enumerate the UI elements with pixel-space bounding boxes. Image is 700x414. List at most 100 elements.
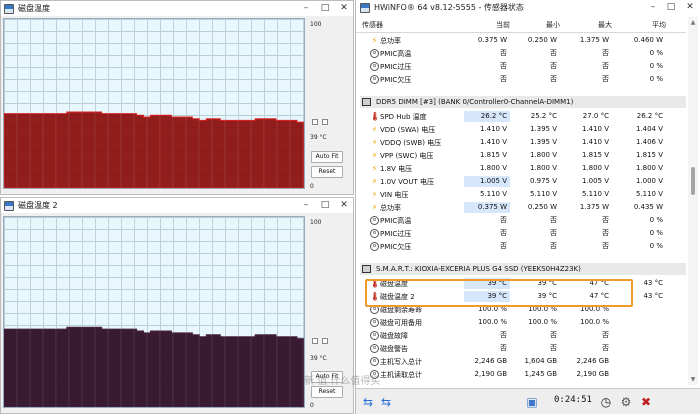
settings-icon[interactable]: ⚙ bbox=[618, 394, 634, 410]
sensor-row[interactable]: o PMIC高温 否 否 否 0 % bbox=[356, 214, 686, 227]
sensor-label: 磁盘警告 bbox=[380, 345, 408, 353]
minimize-icon[interactable]: – bbox=[297, 1, 315, 16]
sensor-current-value: 否 bbox=[500, 49, 507, 57]
sensor-current-value: 0.375 W bbox=[464, 202, 510, 213]
maximize-icon[interactable]: □ bbox=[316, 1, 334, 16]
graph-window-disk-temp-2: 磁盘温度 2 – □ ✕ 100 0 39 °C Auto Fit Reset bbox=[0, 197, 354, 414]
sensor-row[interactable]: o 磁盘剩余寿命 100.0 % 100.0 % 100.0 % bbox=[356, 303, 686, 316]
close-icon[interactable]: ✕ bbox=[335, 1, 353, 16]
watermark: 新 值 什么值得买 bbox=[304, 376, 381, 387]
scroll-down-icon[interactable]: ▼ bbox=[689, 376, 697, 383]
sensor-row[interactable]: o 主机写入总计 2,246 GB 1,604 GB 2,246 GB bbox=[356, 355, 686, 368]
arrow-left-right-icon[interactable]: ⇆ bbox=[378, 394, 394, 410]
app-icon bbox=[4, 200, 14, 211]
sensor-min-value: 1.395 V bbox=[529, 138, 557, 146]
sensor-group-header[interactable]: S.M.A.R.T.: KIOXIA-EXCERIA PLUS G4 SSD (… bbox=[356, 260, 686, 277]
sensor-row[interactable]: ⚡ VIN 电压 5.110 V 5.110 V 5.110 V 5.110 V bbox=[356, 188, 686, 201]
sensor-current-value: 否 bbox=[500, 229, 507, 237]
sensor-current-value: 2,246 GB bbox=[474, 357, 508, 365]
sensor-row[interactable]: 🌡 磁盘温度 39 °C 39 °C 47 °C 43 °C bbox=[356, 277, 686, 290]
sensor-max-value: 否 bbox=[602, 242, 609, 250]
sensor-current-value: 1.410 V bbox=[479, 138, 507, 146]
column-header-sensor[interactable]: 传感器 bbox=[362, 20, 383, 30]
column-header-min[interactable]: 最小 bbox=[512, 20, 560, 30]
circle-status-icon: o bbox=[370, 229, 379, 238]
sensor-max-value: 否 bbox=[602, 216, 609, 224]
sensor-min-value: 否 bbox=[550, 242, 557, 250]
maximize-icon[interactable]: □ bbox=[316, 198, 334, 213]
sensor-row[interactable]: ⚡ VDDQ (SWB) 电压 1.410 V 1.395 V 1.410 V 1.406… bbox=[356, 136, 686, 149]
sensor-row[interactable]: o PMIC欠压 否 否 否 0 % bbox=[356, 240, 686, 253]
sensor-list: ⚡ 总功率 0.375 W 0.250 W 1.375 W 0.460 Wo PMIC高温否… bbox=[356, 34, 686, 381]
minimize-icon[interactable]: – bbox=[644, 0, 662, 15]
sensor-max-value: 1.815 V bbox=[581, 151, 609, 159]
graph-option-checkbox[interactable] bbox=[322, 119, 328, 125]
hwinfo-window-title: HWiNFO® 64 v8.12-5555 - 传感器状态 bbox=[374, 3, 524, 12]
sensor-row[interactable]: o PMIC欠压 否 否 否 0 % bbox=[356, 73, 686, 86]
sensor-group-name: S.M.A.R.T.: KIOXIA-EXCERIA PLUS G4 SSD (… bbox=[376, 265, 581, 273]
sensor-row[interactable]: ⚡ 总功率 0.375 W 0.250 W 1.375 W 0.435 W bbox=[356, 201, 686, 214]
sensor-min-value: 1,245 GB bbox=[524, 370, 558, 378]
sensor-label: VDDQ (SWB) 电压 bbox=[380, 139, 442, 147]
circle-status-icon: o bbox=[370, 49, 379, 58]
close-icon[interactable]: ✕ bbox=[681, 0, 699, 15]
sensor-row[interactable]: 🌡 SPD Hub 温度 26.2 °C 25.2 °C 27.0 °C 26.2 °C bbox=[356, 110, 686, 123]
auto-fit-button[interactable]: Auto Fit bbox=[311, 151, 343, 163]
sensor-row[interactable]: o 磁盘可用备用 100.0 % 100.0 % 100.0 % bbox=[356, 316, 686, 329]
sensor-row[interactable]: ⚡ VDD (SWA) 电压 1.410 V 1.395 V 1.410 V 1.404 … bbox=[356, 123, 686, 136]
column-header-current[interactable]: 当前 bbox=[464, 20, 510, 30]
scroll-up-icon[interactable]: ▲ bbox=[689, 19, 697, 26]
thermometer-icon: 🌡 bbox=[370, 292, 381, 301]
sensor-max-value: 否 bbox=[602, 331, 609, 339]
scrollbar-thumb[interactable] bbox=[691, 167, 695, 195]
minimize-icon[interactable]: – bbox=[297, 198, 315, 213]
sensor-row[interactable]: 🌡 磁盘温度 2 39 °C 39 °C 47 °C 43 °C bbox=[356, 290, 686, 303]
network-icon[interactable]: ▣ bbox=[524, 394, 540, 410]
sensor-row[interactable]: o 主机读取总计 2,190 GB 1,245 GB 2,190 GB bbox=[356, 368, 686, 381]
sensor-row[interactable]: ⚡ 总功率 0.375 W 0.250 W 1.375 W 0.460 W bbox=[356, 34, 686, 47]
close-sensors-icon[interactable]: ✖ bbox=[638, 394, 654, 410]
sensor-row[interactable]: o PMIC过压 否 否 否 0 % bbox=[356, 60, 686, 73]
vertical-scrollbar[interactable]: ▲ ▼ bbox=[688, 17, 698, 385]
sensor-group-header[interactable]: DDR5 DIMM [#3] (BANK 0/Controller0-Chann… bbox=[356, 93, 686, 110]
clock-icon[interactable]: ◷ bbox=[598, 394, 614, 410]
column-header-max[interactable]: 最大 bbox=[562, 20, 612, 30]
close-icon[interactable]: ✕ bbox=[335, 198, 353, 213]
sensor-current-value: 1.410 V bbox=[479, 125, 507, 133]
graph-option-checkbox[interactable] bbox=[322, 338, 328, 344]
graph-option-checkbox[interactable] bbox=[312, 119, 318, 125]
sensor-current-value: 39 °C bbox=[464, 278, 510, 289]
sensor-row[interactable]: ⚡ 1.8V 电压 1.800 V 1.800 V 1.800 V 1.800 V bbox=[356, 162, 686, 175]
sensor-row[interactable]: o 磁盘故障 否 否 否 bbox=[356, 329, 686, 342]
sensor-label: 总功率 bbox=[380, 37, 401, 45]
graph-window-title: 磁盘温度 2 bbox=[18, 201, 58, 210]
arrow-left-right-icon[interactable]: ⇆ bbox=[360, 394, 376, 410]
sensor-max-value: 1.410 V bbox=[581, 138, 609, 146]
sensor-min-value: 1,604 GB bbox=[524, 357, 558, 365]
circle-status-icon: o bbox=[370, 331, 379, 340]
sensor-row[interactable]: o PMIC高温 否 否 否 0 % bbox=[356, 47, 686, 60]
sensor-avg-value: 1.000 V bbox=[635, 177, 663, 185]
sensor-avg-value bbox=[614, 330, 666, 341]
temperature-graph bbox=[4, 19, 304, 188]
reset-button[interactable]: Reset bbox=[311, 166, 343, 178]
scale-max-label: 100 bbox=[310, 21, 322, 28]
sensor-avg-value: 0.460 W bbox=[633, 36, 663, 44]
sensor-row[interactable]: ⚡ 1.0V VOUT 电压 1.005 V 0.975 V 1.005 V 1.000 … bbox=[356, 175, 686, 188]
sensor-row[interactable]: o 磁盘警告 否 否 否 bbox=[356, 342, 686, 355]
sensor-label: PMIC欠压 bbox=[380, 76, 412, 84]
circle-status-icon: o bbox=[370, 216, 379, 225]
sensor-row[interactable]: ⚡ VPP (SWC) 电压 1.815 V 1.800 V 1.815 V 1.815 … bbox=[356, 149, 686, 162]
sensor-min-value: 0.250 W bbox=[527, 36, 557, 44]
column-header-avg[interactable]: 平均 bbox=[614, 20, 666, 30]
app-icon bbox=[4, 3, 14, 14]
current-value-label: 39 °C bbox=[310, 355, 327, 362]
sensor-row[interactable]: o PMIC过压 否 否 否 0 % bbox=[356, 227, 686, 240]
graph-option-checkbox[interactable] bbox=[312, 338, 318, 344]
reset-button[interactable]: Reset bbox=[311, 386, 343, 398]
sensor-min-value: 25.2 °C bbox=[530, 112, 557, 120]
thermometer-icon: 🌡 bbox=[370, 112, 381, 121]
maximize-icon[interactable]: □ bbox=[662, 0, 680, 15]
